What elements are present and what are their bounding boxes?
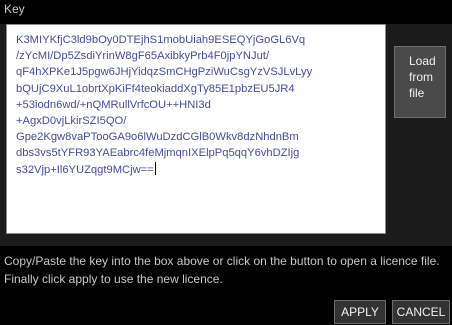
key-line: qF4hXPKe1J5pgw6JHjYidqzSmCHgPziWuCsgYzVS… bbox=[16, 66, 313, 79]
key-line-last: s32Vjp+Il6YUZqgt9MCjw== bbox=[16, 161, 380, 178]
key-line: /zYcMI/Dp5ZsdiYrinW8gF65AxibkyPrb4F0jpYN… bbox=[16, 50, 270, 63]
dialog-title: Key bbox=[4, 2, 25, 16]
key-line-text: s32Vjp+Il6YUZqgt9MCjw== bbox=[16, 163, 154, 176]
apply-button[interactable]: APPLY bbox=[334, 300, 386, 324]
text-caret bbox=[154, 161, 156, 175]
key-line: Gpe2Kgw8vaPTooGA9o6lWuDzdCGlB0Wkv8dzNhdn… bbox=[16, 131, 299, 144]
load-from-file-button[interactable]: Load from file bbox=[394, 46, 446, 118]
load-button-label-line: Load bbox=[409, 54, 436, 68]
licence-key-dialog: Key K3MIYKfjC3ld9bOy0DTEjhS1mobUiah9ESEQ… bbox=[0, 0, 452, 325]
load-button-label-line: file bbox=[409, 86, 425, 100]
key-textarea[interactable]: K3MIYKfjC3ld9bOy0DTEjhS1mobUiah9ESEQYjGo… bbox=[6, 24, 386, 234]
key-line: bQUjC9XuL1obrtXpKiFf4teokiaddXgTy85E1pbz… bbox=[16, 82, 295, 95]
instructions-text: Copy/Paste the key into the box above or… bbox=[4, 254, 440, 286]
key-line: +AgxD0vjLkirSZI5QO/ bbox=[16, 115, 127, 128]
load-button-label-line: from bbox=[409, 70, 433, 84]
key-line: +53iodn6wd/+nQMRullVrfcOU++HNI3d bbox=[16, 98, 211, 111]
key-line: K3MIYKfjC3ld9bOy0DTEjhS1mobUiah9ESEQYjGo… bbox=[16, 34, 306, 46]
cancel-button[interactable]: CANCEL bbox=[392, 300, 450, 324]
key-line: dbs3vs5tYFR93YAEabrc4feMjmqnIXElpPq5qqY6… bbox=[16, 147, 300, 160]
